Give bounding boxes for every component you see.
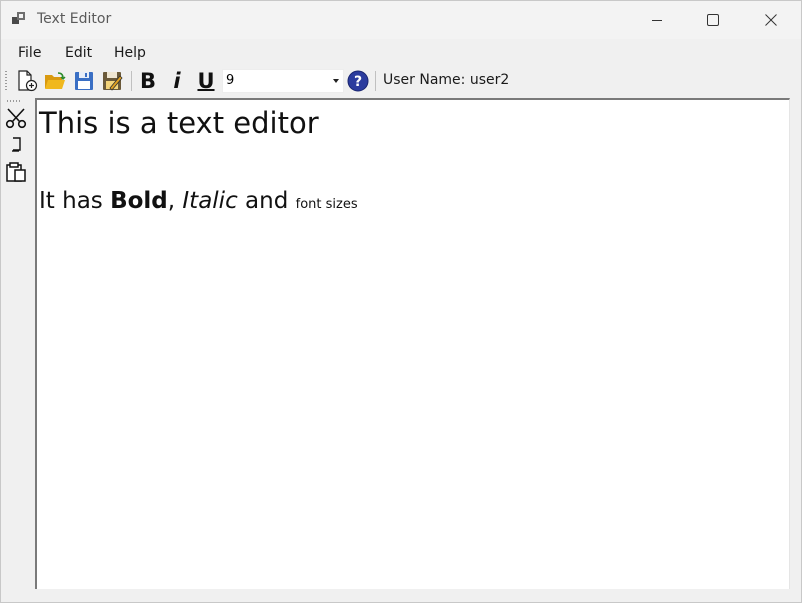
minimize-button[interactable] xyxy=(628,1,686,39)
italic-button[interactable]: i xyxy=(165,69,189,93)
font-size-select[interactable]: 9 xyxy=(222,69,344,93)
rich-text-editor[interactable]: This is a text editor It has Bold, Itali… xyxy=(35,98,790,590)
text-bold: Bold xyxy=(110,188,168,214)
editor-line-heading: This is a text editor xyxy=(39,106,319,140)
open-folder-icon xyxy=(45,72,66,89)
help-icon: ? xyxy=(347,70,369,92)
save-as-icon xyxy=(103,72,123,91)
bottom-frame xyxy=(1,589,801,602)
svg-text:?: ? xyxy=(354,74,362,90)
text-editor-window: Text Editor File Edit Help B i U 9 ? Use… xyxy=(0,0,802,603)
save-as-button[interactable] xyxy=(101,69,125,93)
app-icon xyxy=(12,12,25,24)
window-title: Text Editor xyxy=(37,11,112,27)
scissors-icon xyxy=(5,108,27,129)
maximize-icon xyxy=(707,14,719,26)
maximize-button[interactable] xyxy=(684,1,742,39)
text-and: and xyxy=(237,188,296,214)
menu-help[interactable]: Help xyxy=(114,45,146,61)
side-toolbar-grip[interactable] xyxy=(7,100,21,102)
paste-icon xyxy=(6,162,26,182)
text-plain: It has xyxy=(39,188,111,214)
editor-line-formatting: It has Bold, Italic and font sizes xyxy=(39,188,358,214)
menu-bar: File Edit Help xyxy=(1,39,801,65)
paste-button[interactable] xyxy=(3,160,29,184)
menu-file[interactable]: File xyxy=(18,45,41,61)
underline-button[interactable]: U xyxy=(194,69,218,93)
save-button[interactable] xyxy=(72,69,96,93)
toolbar-grip[interactable] xyxy=(5,71,7,91)
text-comma: , xyxy=(167,188,183,214)
copy-button[interactable] xyxy=(3,133,29,157)
cut-button[interactable] xyxy=(3,106,29,130)
new-file-icon xyxy=(18,70,38,92)
text-small-size: font sizes xyxy=(295,197,358,212)
open-file-button[interactable] xyxy=(43,69,67,93)
menu-edit[interactable]: Edit xyxy=(65,45,92,61)
close-button[interactable] xyxy=(742,1,800,39)
save-icon xyxy=(75,72,93,90)
close-icon xyxy=(765,14,777,26)
toolbar-separator xyxy=(375,71,376,91)
minimize-icon xyxy=(652,20,662,21)
title-bar: Text Editor xyxy=(1,1,801,39)
dropdown-arrow-icon[interactable] xyxy=(333,79,339,83)
new-file-button[interactable] xyxy=(15,69,39,93)
toolbar-separator xyxy=(131,71,132,91)
font-size-value: 9 xyxy=(226,73,235,88)
user-name-label: User Name: user2 xyxy=(383,72,510,88)
text-italic: Italic xyxy=(182,188,238,214)
bold-button[interactable]: B xyxy=(136,69,160,93)
help-button[interactable]: ? xyxy=(346,69,370,93)
toolbar: B i U 9 ? User Name: user2 xyxy=(1,65,801,97)
side-toolbar xyxy=(1,97,34,602)
copy-icon xyxy=(12,137,21,152)
